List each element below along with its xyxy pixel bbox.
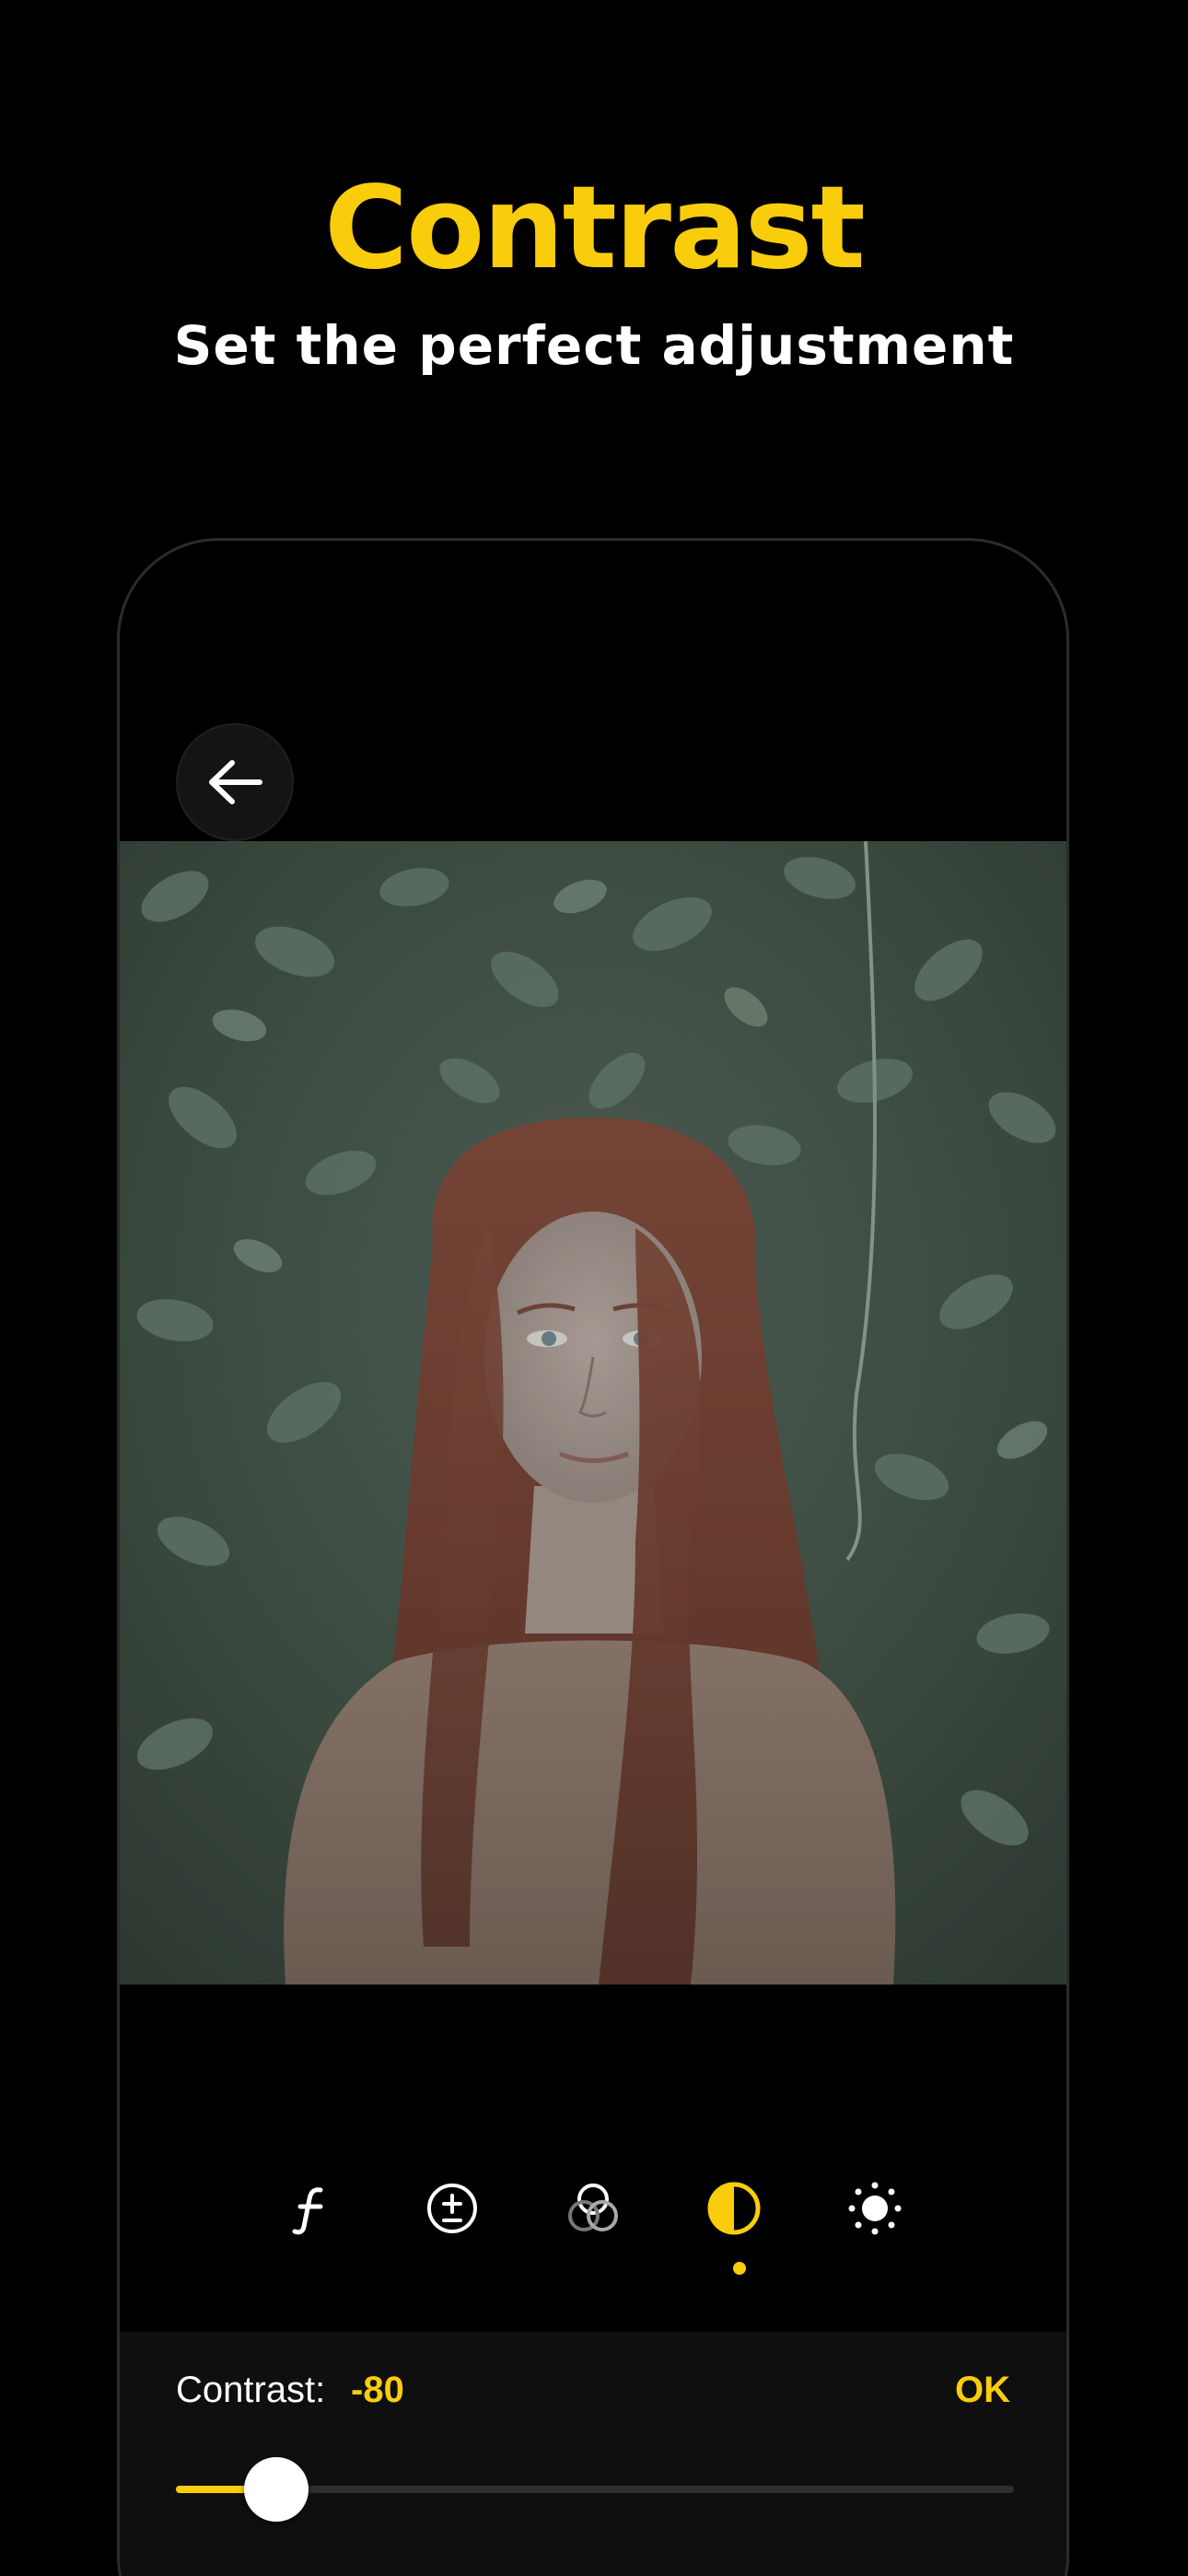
adjustment-toolbar xyxy=(120,2172,1066,2264)
page-subtitle: Set the perfect adjustment xyxy=(173,314,1015,377)
adjustment-value: -80 xyxy=(351,2370,404,2410)
photo-preview[interactable] xyxy=(120,841,1066,1985)
function-f-icon xyxy=(292,2187,323,2235)
color-circles-icon xyxy=(568,2184,618,2231)
adjustment-label: Contrast: xyxy=(176,2370,326,2410)
tool-color[interactable] xyxy=(556,2172,630,2245)
tool-function[interactable] xyxy=(274,2172,348,2245)
arrow-left-icon xyxy=(209,760,262,804)
contrast-slider[interactable] xyxy=(176,2457,1014,2522)
contrast-half-circle-icon xyxy=(707,2182,761,2235)
tool-contrast[interactable] xyxy=(697,2172,771,2245)
adjustment-panel: Contrast: -80 OK xyxy=(120,2332,1066,2576)
portrait-photo xyxy=(120,841,1066,1985)
screen: Contrast Set the perfect adjustment Cont… xyxy=(0,0,1188,2576)
phone-frame: Contrast: -80 OK xyxy=(117,538,1069,2576)
slider-thumb[interactable] xyxy=(244,2457,309,2522)
tool-exposure[interactable] xyxy=(415,2172,489,2245)
back-button[interactable] xyxy=(176,723,294,841)
page-title: Contrast xyxy=(324,162,866,295)
ok-button[interactable]: OK xyxy=(955,2367,1010,2413)
exposure-plus-minus-icon xyxy=(427,2184,477,2233)
active-tool-indicator xyxy=(733,2262,746,2275)
brightness-sun-icon xyxy=(848,2182,902,2235)
tool-brightness[interactable] xyxy=(838,2172,912,2245)
